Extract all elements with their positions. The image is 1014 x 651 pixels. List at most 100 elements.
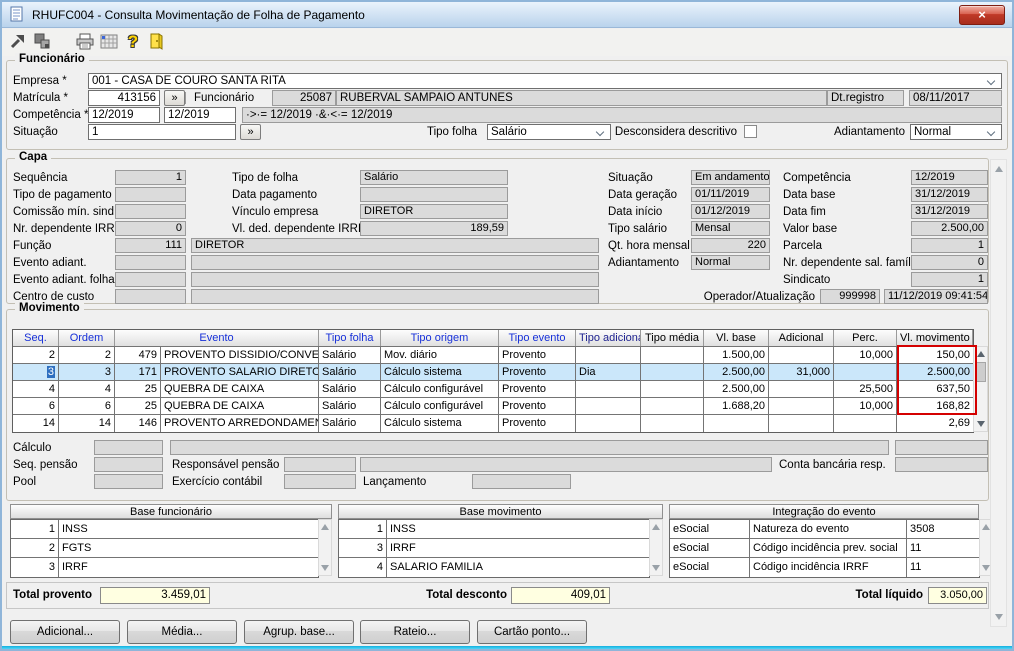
scroll-up-icon[interactable] (977, 351, 985, 357)
list-item[interactable]: eSocialNatureza do evento3508 (670, 520, 979, 539)
cell-adicional[interactable] (769, 381, 834, 397)
cell-tipo_adicional[interactable] (576, 347, 641, 363)
cell-seq[interactable]: 2 (13, 347, 59, 363)
cell-evento[interactable]: QUEBRA DE CAIXA (161, 398, 319, 414)
cell-evento[interactable]: QUEBRA DE CAIXA (161, 381, 319, 397)
bottom-button-4[interactable]: Rateio... (360, 620, 470, 644)
cell-tipo_folha[interactable]: Salário (319, 347, 381, 363)
scroll-up-icon[interactable] (995, 166, 1003, 172)
situacao-input[interactable]: 1 (88, 124, 236, 140)
cell-codigo[interactable]: 146 (115, 415, 161, 432)
cell-ordem[interactable]: 2 (59, 347, 115, 363)
column-header-vl_base[interactable]: Vl. base (704, 330, 769, 346)
competencia-to-input[interactable]: 12/2019 (164, 107, 236, 123)
list-item[interactable]: eSocialCódigo incidência IRRF11 (670, 558, 979, 577)
list-item[interactable]: 1INSS (339, 520, 649, 539)
cell-tipo_origem[interactable]: Cálculo configurável (381, 381, 499, 397)
base-funcionario-scrollbar[interactable] (318, 519, 332, 576)
cell-evento[interactable]: PROVENTO SALARIO DIRETOR (161, 364, 319, 380)
cell-seq[interactable]: 14 (13, 415, 59, 432)
cell-vl_movimento[interactable]: 637,50 (897, 381, 973, 397)
cell-seq[interactable]: 3 (13, 364, 59, 380)
list-item[interactable]: 4SALARIO FAMILIA (339, 558, 649, 577)
cell-tipo_media[interactable] (641, 398, 704, 414)
cell-codigo[interactable]: 171 (115, 364, 161, 380)
list-item[interactable]: 1INSS (11, 520, 318, 539)
cell-evento[interactable]: PROVENTO ARREDONDAMENTO SA (161, 415, 319, 432)
cell-tipo_origem[interactable]: Cálculo sistema (381, 364, 499, 380)
cell-codigo[interactable]: 479 (115, 347, 161, 363)
cell-tipo_adicional[interactable] (576, 398, 641, 414)
cell-tipo_media[interactable] (641, 381, 704, 397)
cell-vl_base[interactable]: 2.500,00 (704, 364, 769, 380)
column-header-adicional[interactable]: Adicional (769, 330, 834, 346)
grid-icon[interactable] (98, 32, 120, 54)
cell-tipo_adicional[interactable]: Dia (576, 364, 641, 380)
list-item[interactable]: 2FGTS (11, 539, 318, 558)
cell-vl_movimento[interactable]: 2.500,00 (897, 364, 973, 380)
cell-vl_base[interactable]: 2.500,00 (704, 381, 769, 397)
cell-tipo_adicional[interactable] (576, 381, 641, 397)
cell-codigo[interactable]: 25 (115, 398, 161, 414)
cell-tipo_media[interactable] (641, 347, 704, 363)
cell-ordem[interactable]: 4 (59, 381, 115, 397)
cell-perc[interactable]: 25,500 (834, 381, 897, 397)
column-header-tipo_folha[interactable]: Tipo folha (319, 330, 381, 346)
cell-tipo_evento[interactable]: Provento (499, 398, 576, 414)
scroll-up-icon[interactable] (652, 524, 660, 530)
scroll-down-icon[interactable] (995, 614, 1003, 620)
movimento-table-scrollbar[interactable] (973, 346, 988, 432)
cell-ordem[interactable]: 6 (59, 398, 115, 414)
cell-tipo_origem[interactable]: Cálculo sistema (381, 415, 499, 432)
cell-perc[interactable] (834, 415, 897, 432)
cell-adicional[interactable] (769, 347, 834, 363)
column-header-tipo_origem[interactable]: Tipo origem (381, 330, 499, 346)
cell-codigo[interactable]: 25 (115, 381, 161, 397)
cell-tipo_evento[interactable]: Provento (499, 347, 576, 363)
cell-vl_movimento[interactable]: 168,82 (897, 398, 973, 414)
base-movimento-scrollbar[interactable] (649, 519, 663, 576)
cell-perc[interactable]: 10,000 (834, 347, 897, 363)
scrollbar-thumb[interactable] (975, 362, 986, 382)
window-scrollbar[interactable] (990, 159, 1007, 627)
column-header-ordem[interactable]: Ordem (59, 330, 115, 346)
cell-seq[interactable]: 4 (13, 381, 59, 397)
list-item[interactable]: 3IRRF (11, 558, 318, 577)
column-header-vl_movimento[interactable]: Vl. movimento (897, 330, 973, 346)
column-header-seq[interactable]: Seq. (13, 330, 59, 346)
cell-adicional[interactable]: 31,000 (769, 364, 834, 380)
situacao-lookup-button[interactable]: » (240, 124, 261, 140)
column-header-tipo_adicional[interactable]: Tipo adicional (576, 330, 641, 346)
cell-ordem[interactable]: 14 (59, 415, 115, 432)
column-header-perc[interactable]: Perc. (834, 330, 897, 346)
scroll-up-icon[interactable] (982, 524, 990, 530)
column-header-tipo_media[interactable]: Tipo média (641, 330, 704, 346)
cell-tipo_evento[interactable]: Provento (499, 364, 576, 380)
scroll-down-icon[interactable] (652, 565, 660, 571)
movimento-row[interactable]: 33171PROVENTO SALARIO DIRETORSalárioCálc… (13, 364, 973, 381)
cell-tipo_evento[interactable]: Provento (499, 381, 576, 397)
cell-tipo_folha[interactable]: Salário (319, 364, 381, 380)
jump-icon[interactable] (7, 32, 29, 54)
movimento-row[interactable]: 1414146PROVENTO ARREDONDAMENTO SASalário… (13, 415, 973, 432)
scroll-up-icon[interactable] (321, 524, 329, 530)
close-button[interactable]: × (959, 5, 1005, 25)
cell-tipo_origem[interactable]: Mov. diário (381, 347, 499, 363)
cascade-icon[interactable] (31, 32, 53, 54)
cell-seq[interactable]: 6 (13, 398, 59, 414)
bottom-button-1[interactable]: Adicional... (10, 620, 120, 644)
cell-tipo_folha[interactable]: Salário (319, 415, 381, 432)
cell-tipo_evento[interactable]: Provento (499, 415, 576, 432)
cell-evento[interactable]: PROVENTO DISSIDIO/CONVENCAO (161, 347, 319, 363)
cell-tipo_folha[interactable]: Salário (319, 398, 381, 414)
scroll-down-icon[interactable] (321, 565, 329, 571)
bottom-button-2[interactable]: Média... (127, 620, 237, 644)
cell-adicional[interactable] (769, 398, 834, 414)
cell-vl_base[interactable] (704, 415, 769, 432)
cell-adicional[interactable] (769, 415, 834, 432)
movimento-row[interactable]: 6625QUEBRA DE CAIXASalárioCálculo config… (13, 398, 973, 415)
cell-perc[interactable]: 10,000 (834, 398, 897, 414)
cell-tipo_media[interactable] (641, 415, 704, 432)
list-item[interactable]: 3IRRF (339, 539, 649, 558)
column-header-tipo_evento[interactable]: Tipo evento (499, 330, 576, 346)
